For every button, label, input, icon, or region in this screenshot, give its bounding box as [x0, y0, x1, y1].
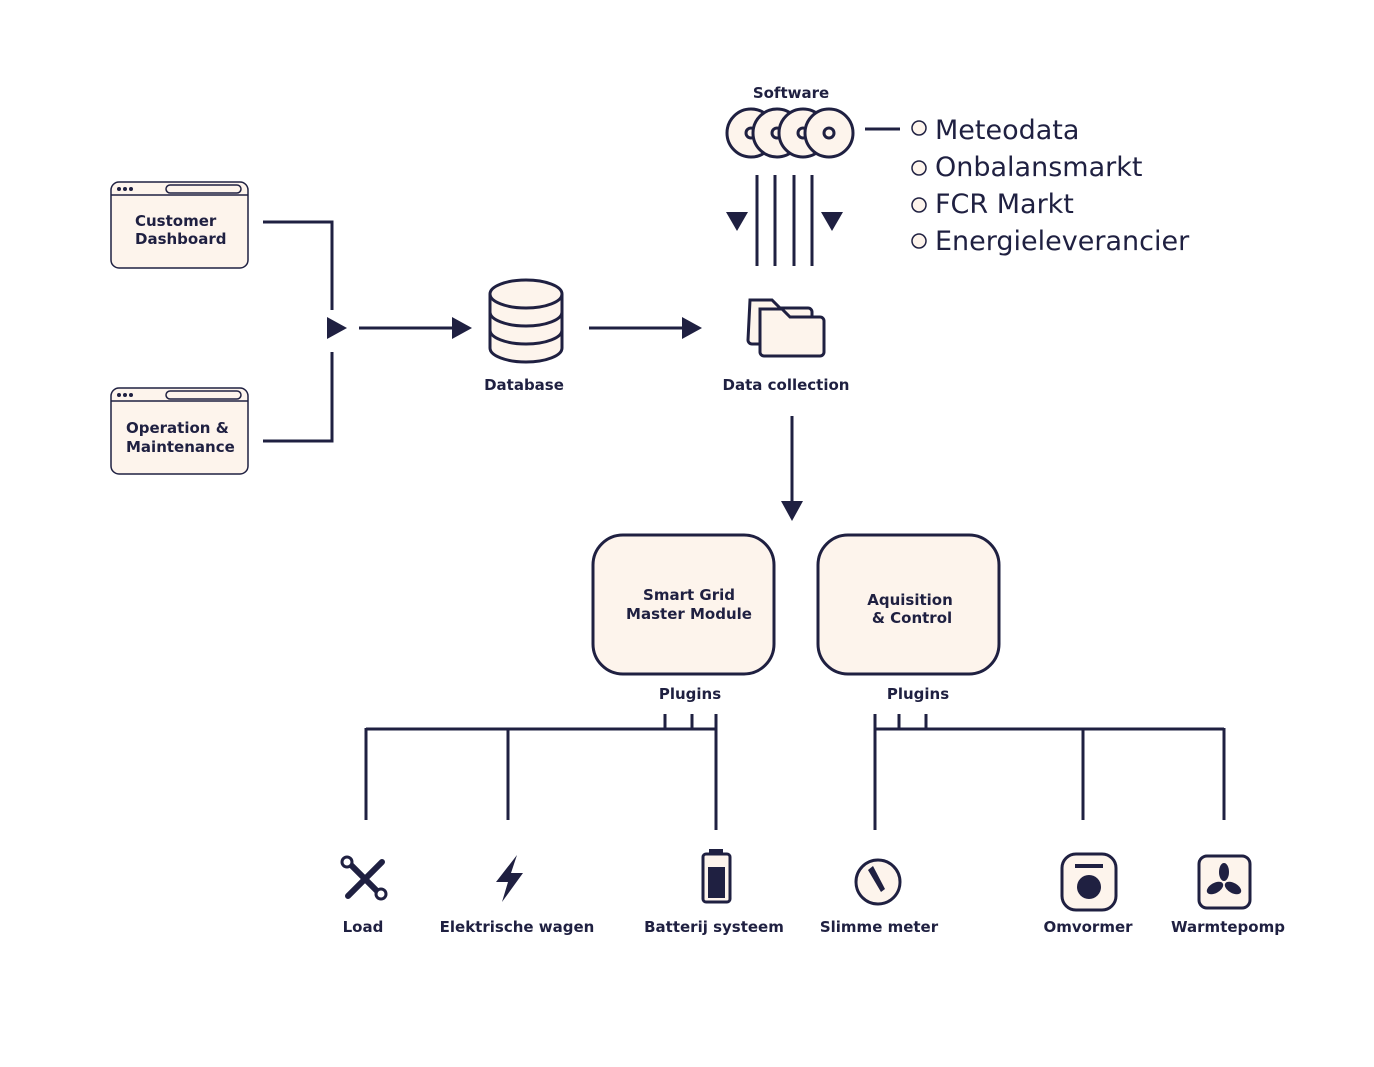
- database-node: Database: [484, 278, 564, 394]
- database-label: Database: [484, 376, 564, 394]
- customer-dashboard-node: Customer Dashboard: [110, 181, 249, 269]
- tools-icon: [340, 855, 388, 901]
- source-item: Meteodata: [935, 115, 1079, 146]
- device-omvormer: Omvormer: [1043, 852, 1133, 936]
- module-label: & Control: [872, 609, 952, 627]
- arrow-right-icon: [452, 317, 472, 339]
- plugin-tree-left: [364, 714, 718, 830]
- device-label: Slimme meter: [820, 918, 939, 936]
- module-label: Master Module: [626, 605, 752, 623]
- device-label: Omvormer: [1043, 918, 1133, 936]
- inverter-icon: [1060, 852, 1118, 912]
- smart-grid-master-module: Smart Grid Master Module Plugins: [591, 533, 776, 703]
- arrow-right-icon: [327, 317, 347, 339]
- device-elektrische-wagen: Elektrische wagen: [440, 855, 595, 936]
- database-icon: [488, 278, 564, 364]
- arrow-down-icon: [821, 212, 843, 231]
- device-load: Load: [340, 855, 388, 936]
- device-label: Batterij systeem: [644, 918, 784, 936]
- app-label: Dashboard: [135, 230, 226, 248]
- fan-icon: [1197, 854, 1252, 910]
- software-node: Software Meteodata Onbalansmarkt FCR Mar…: [725, 84, 1190, 266]
- data-collection-node: Data collection: [723, 298, 850, 394]
- module-label: Aquisition: [867, 591, 953, 609]
- data-collection-label: Data collection: [723, 376, 850, 394]
- battery-icon: [701, 849, 732, 904]
- app-label: Maintenance: [126, 438, 235, 456]
- device-slimme-meter: Slimme meter: [820, 858, 939, 936]
- device-batterij-systeem: Batterij systeem: [644, 849, 784, 936]
- device-label: Load: [343, 918, 384, 936]
- architecture-diagram: Customer Dashboard Operation & Maintenan…: [110, 84, 1285, 936]
- connector-apps-to-database: [263, 220, 472, 443]
- app-label: Customer: [135, 212, 217, 230]
- plugins-label: Plugins: [659, 685, 721, 703]
- software-label: Software: [753, 84, 829, 102]
- app-label: Operation &: [126, 419, 229, 437]
- discs-icon: [725, 107, 855, 159]
- arrow-right-icon: [682, 317, 702, 339]
- source-item: FCR Markt: [935, 189, 1074, 220]
- software-source-list: Meteodata Onbalansmarkt FCR Markt Energi…: [911, 115, 1190, 257]
- plugins-label: Plugins: [887, 685, 949, 703]
- device-label: Elektrische wagen: [440, 918, 595, 936]
- arrow-down-icon: [781, 501, 803, 521]
- folders-icon: [746, 298, 826, 358]
- aquisition-control-module: Aquisition & Control Plugins: [816, 533, 1001, 703]
- source-item: Energieleverancier: [935, 226, 1190, 257]
- lightning-icon: [496, 855, 523, 902]
- source-item: Onbalansmarkt: [935, 152, 1142, 183]
- connector-software-to-collection: [726, 175, 843, 266]
- operation-maintenance-node: Operation & Maintenance: [110, 387, 249, 475]
- plugin-tree-right: [873, 714, 1226, 830]
- device-warmtepomp: Warmtepomp: [1171, 854, 1285, 936]
- device-label: Warmtepomp: [1171, 918, 1285, 936]
- arrow-down-icon: [726, 212, 748, 231]
- gauge-icon: [854, 858, 902, 906]
- module-label: Smart Grid: [643, 586, 735, 604]
